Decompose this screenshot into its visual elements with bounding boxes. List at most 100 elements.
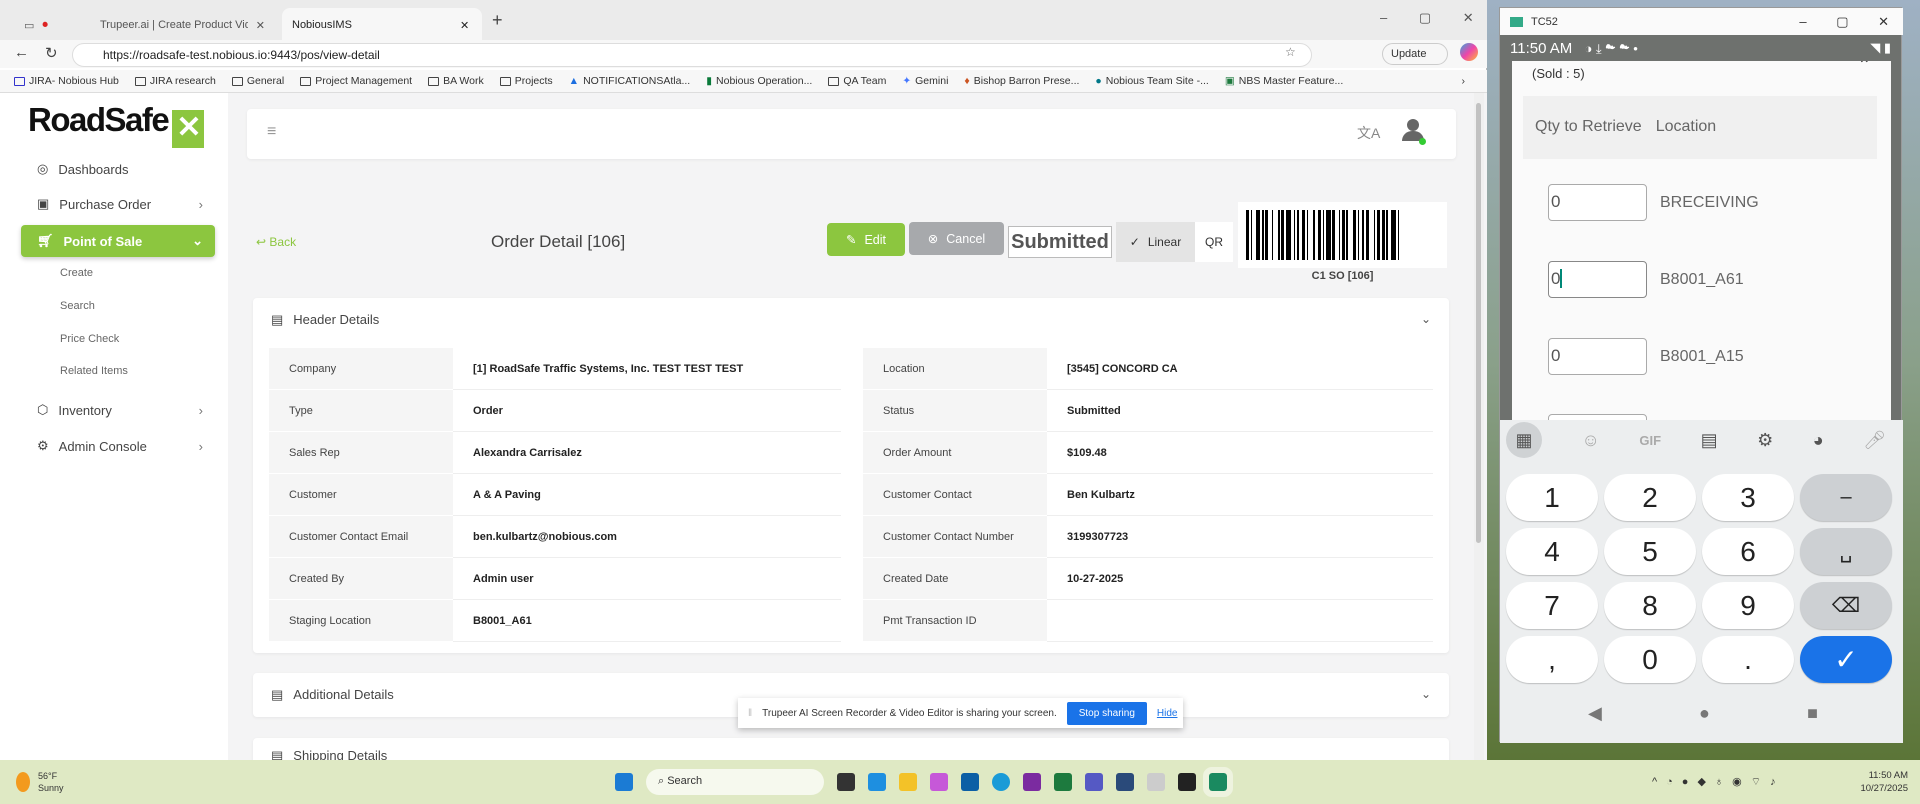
key-button[interactable]: . — [1702, 636, 1794, 683]
key-button[interactable]: 1 — [1506, 474, 1598, 521]
close-icon[interactable]: ⌃ — [1858, 61, 1871, 75]
android-studio-icon[interactable] — [1203, 767, 1233, 797]
bookmark[interactable]: ▮ Nobious Operation... — [706, 75, 812, 87]
scrollbar[interactable] — [1474, 93, 1484, 760]
key-button[interactable]: 8 — [1604, 582, 1696, 629]
sidebar-subitem-search[interactable]: Search — [60, 300, 95, 312]
key-button[interactable]: 5 — [1604, 528, 1696, 575]
key-button[interactable]: 2 — [1604, 474, 1696, 521]
bookmark[interactable]: ● Nobious Team Site -... — [1095, 75, 1208, 87]
translate-icon[interactable]: 文A — [1357, 123, 1380, 143]
sidebar-subitem-related-items[interactable]: Related Items — [60, 365, 128, 377]
clipboard-icon[interactable]: ▤ — [1701, 430, 1718, 451]
chevron-right-icon[interactable]: › — [1462, 75, 1466, 87]
chevron-down-icon[interactable]: ⌄ — [1421, 312, 1431, 326]
outlook-icon[interactable] — [868, 773, 886, 791]
key-button[interactable]: 7 — [1506, 582, 1598, 629]
back-icon[interactable]: ← — [14, 44, 29, 61]
settings-icon[interactable]: ⚙ — [1757, 430, 1773, 451]
onenote-icon[interactable] — [1023, 773, 1041, 791]
gif-button[interactable]: GIF — [1639, 433, 1661, 448]
refresh-icon[interactable]: ↻ — [45, 44, 58, 62]
key-button[interactable]: 4 — [1506, 528, 1598, 575]
update-button[interactable]: Update — [1382, 43, 1448, 65]
bookmark[interactable]: ✦ Gemini — [902, 75, 948, 87]
tab-trupeer[interactable]: Trupeer.ai | Create Product Video ✕ — [90, 8, 275, 42]
key-button[interactable]: 0 — [1604, 636, 1696, 683]
app-icon[interactable] — [837, 773, 855, 791]
key-button[interactable]: 6 — [1702, 528, 1794, 575]
apps-grid-icon[interactable]: ▦ — [1506, 422, 1542, 458]
terminal-icon[interactable] — [1178, 773, 1196, 791]
new-tab-button[interactable]: + — [492, 10, 503, 31]
bookmark[interactable]: BA Work — [428, 75, 484, 87]
user-avatar-icon[interactable] — [1402, 119, 1426, 145]
toggle-linear[interactable]: ✓ Linear — [1116, 222, 1195, 262]
copilot-icon[interactable] — [1460, 43, 1478, 61]
copilot-icon[interactable] — [930, 773, 948, 791]
key-button[interactable]: , — [1506, 636, 1598, 683]
url-input[interactable]: https://roadsafe-test.nobious.io:9443/po… — [72, 43, 1312, 67]
edge-icon[interactable] — [992, 773, 1010, 791]
system-tray-icons[interactable]: ^◔●◆♁◉⌔♪ — [1652, 775, 1785, 789]
header-details-toggle[interactable]: ▤ Header Details — [271, 312, 379, 328]
window-controls[interactable]: – ▢ ✕ — [1380, 10, 1474, 26]
qty-input[interactable]: 0 — [1548, 184, 1647, 221]
vscode-icon[interactable] — [1116, 773, 1134, 791]
palette-icon[interactable]: ◕ — [1813, 430, 1824, 451]
home-circle-icon[interactable]: ● — [1699, 703, 1710, 724]
tab-nobiousims[interactable]: NobiousIMS ✕ — [282, 8, 482, 42]
bookmark[interactable]: Projects — [499, 75, 553, 87]
bookmark[interactable]: General — [231, 75, 284, 87]
roadsafe-logo[interactable]: RoadSafe ✕ — [28, 101, 205, 148]
sticker-icon[interactable]: ☺ — [1582, 430, 1600, 451]
back-link[interactable]: ↩ Back — [256, 235, 296, 249]
key-button[interactable]: 9 — [1702, 582, 1794, 629]
bookmark[interactable]: ♦ Bishop Barron Prese... — [964, 75, 1079, 87]
start-icon[interactable] — [615, 773, 633, 791]
store-icon[interactable] — [961, 773, 979, 791]
sidebar-subitem-create[interactable]: Create — [60, 267, 93, 279]
hide-link[interactable]: Hide — [1157, 708, 1178, 719]
qty-input-focused[interactable]: 0 — [1548, 261, 1647, 298]
key-button[interactable]: ⌫ — [1800, 582, 1892, 629]
excel-icon[interactable] — [1054, 773, 1072, 791]
taskbar-search[interactable]: ⌕ Search — [646, 769, 824, 795]
taskbar-clock[interactable]: 11:50 AM 10/27/2025 — [1860, 769, 1908, 795]
sidebar-item-point-of-sale[interactable]: 🛒︎ Point of Sale ⌄ — [21, 225, 215, 257]
star-icon[interactable]: ☆ — [1285, 45, 1296, 59]
bookmark[interactable]: QA Team — [828, 75, 886, 87]
sidebar-subitem-price-check[interactable]: Price Check — [60, 333, 119, 345]
bookmark[interactable]: ▲ NOTIFICATIONSAtla... — [569, 75, 691, 87]
stop-sharing-button[interactable]: Stop sharing — [1066, 701, 1147, 725]
cancel-button[interactable]: ⊗ Cancel — [909, 222, 1004, 255]
sidebar-item-purchase-order[interactable]: ▣ Purchase Order › — [21, 188, 215, 220]
chevron-down-icon[interactable]: ⌄ — [1421, 687, 1431, 701]
file-explorer-icon[interactable] — [899, 773, 917, 791]
qty-input[interactable]: 0 — [1548, 338, 1647, 375]
key-button[interactable]: 3 — [1702, 474, 1794, 521]
back-triangle-icon[interactable]: ◀ — [1588, 703, 1602, 724]
bookmark[interactable]: JIRA research — [134, 75, 216, 87]
microphone-icon[interactable]: 🎤︎ — [1863, 430, 1886, 451]
bookmark[interactable]: Project Management — [300, 75, 412, 87]
edit-button[interactable]: ✎ Edit — [827, 223, 905, 256]
recents-square-icon[interactable]: ■ — [1807, 703, 1818, 724]
toggle-qr[interactable]: QR — [1195, 222, 1233, 262]
hamburger-menu-icon[interactable]: ≡ — [267, 123, 276, 141]
sidebar-item-dashboards[interactable]: ◎ Dashboards — [21, 153, 215, 185]
sidebar-item-admin-console[interactable]: ⚙ Admin Console › — [21, 430, 215, 462]
key-button[interactable]: ✓ — [1800, 636, 1892, 683]
teams-icon[interactable] — [1085, 773, 1103, 791]
bookmark[interactable]: JIRA- Nobious Hub — [14, 75, 119, 87]
close-icon[interactable]: ✕ — [460, 19, 469, 32]
sidebar-item-inventory[interactable]: ⬡ Inventory › — [21, 394, 215, 426]
close-icon[interactable]: ✕ — [256, 19, 265, 32]
key-button[interactable]: – — [1800, 474, 1892, 521]
tab-actions[interactable]: ▭ ⏺ — [14, 8, 58, 42]
key-button[interactable]: ␣ — [1800, 528, 1892, 575]
snipping-tool-icon[interactable] — [1147, 773, 1165, 791]
shipping-details-card[interactable]: ▤ Shipping Details — [253, 738, 1449, 760]
weather-widget[interactable]: 56°F Sunny — [16, 770, 64, 794]
drag-handle-icon[interactable]: ‖ — [748, 708, 752, 719]
